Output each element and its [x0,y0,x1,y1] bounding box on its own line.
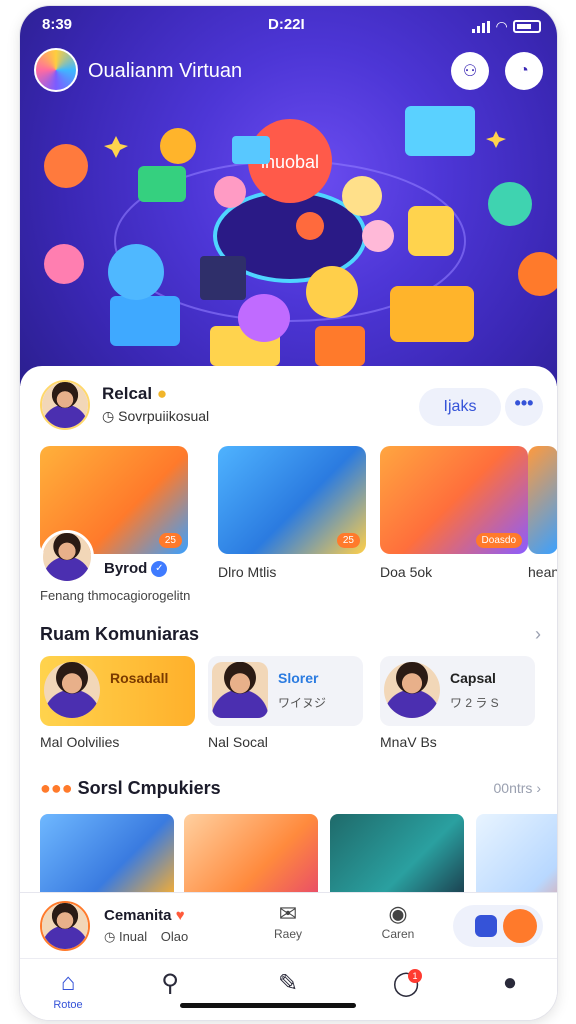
story-thumbnail: 25 [218,446,366,554]
social-row [40,814,557,904]
stories-row: 25 Byrod✓ 25 Dlro Mtlis Doasdo Doa 5ok [40,446,557,606]
profile-sub: ◷ Sovrpuiikosual [102,408,210,424]
coin-icon: ● [156,384,168,403]
community-card[interactable]: Slorer ワイヌジ [208,656,363,726]
player-sub: ◷ Inual Olao [104,929,189,944]
mini-player[interactable]: Cemanita ♥ ◷ Inual Olao ✉ Raey ◉ Caren [20,892,557,958]
social-card[interactable] [40,814,174,900]
story-label: Doa 5ok [380,564,433,580]
status-time: 8:39 [42,16,73,33]
community-card-text: Slorer [278,670,319,686]
chevron-right-icon[interactable]: › [535,624,541,645]
social-more-link[interactable]: 00ntrs › [494,780,541,796]
social-card[interactable] [184,814,318,900]
nav-profile[interactable]: ● [480,969,540,999]
profile-name: Relcal ● [102,384,168,403]
user-icon: ● [502,969,518,996]
community-card-text: Capsal [450,670,496,686]
story-label: Byrod ✓ [104,560,168,578]
home-icon: ⌂ [60,969,76,996]
heart-icon: ♥ [175,907,185,924]
community-label: MnaV Bs [380,734,437,750]
nav-home[interactable]: ⌂ Rotoe [38,969,98,1011]
phone-frame: 8:39 D:22I ◠ Oualianm Virtuan ⚇ ◔ inuoba… [20,6,557,1020]
profile-ring-icon: ◔ [519,62,529,79]
status-bar: 8:39 D:22I ◠ [20,14,557,36]
home-indicator [180,1003,356,1008]
community-avatar [44,662,100,718]
social-card[interactable] [476,814,557,900]
more-button[interactable]: ••• [505,388,543,426]
community-card-text: Rosadall [110,670,169,686]
community-row: Rosadall Mal Oolvilies Slorer ワイヌジ Nal S… [40,656,557,756]
wifi-icon: ◠ [496,18,507,34]
story-tag: Doasdo [475,533,522,548]
chat-bubble-icon: ◯ [392,970,420,997]
story-thumbnail [528,446,557,554]
edit-icon: ✎ [277,970,299,997]
clock-icon: ◷ [104,929,116,944]
hero-illustration: inuobal [44,106,557,366]
player-toggle[interactable] [453,905,543,947]
notification-badge: 1 [408,969,422,983]
community-card[interactable]: Capsal ワ 2 ラ S [380,656,535,726]
search-icon: ⚲ [161,970,179,997]
community-label: Nal Socal [208,734,268,750]
profile-button[interactable]: ◔ [505,52,543,90]
story-avatar [40,530,94,584]
hero-banner: 8:39 D:22I ◠ Oualianm Virtuan ⚇ ◔ inuoba… [20,6,557,386]
clock-icon: ◷ [102,408,115,424]
story-thumbnail: Doasdo [380,446,528,554]
player-action-2[interactable]: ◉ Caren [370,901,426,941]
status-icons: ◠ [472,18,541,35]
stories-caption: Fenang thmocagiorogelitn [40,588,191,603]
emoji-icons: ●●● [40,778,73,798]
story-label: Dlro Mtlis [218,564,277,580]
verified-icon: ✓ [151,561,168,578]
mascot-icon [503,909,537,943]
profile-avatar[interactable] [40,380,90,430]
app-bar: Oualianm Virtuan ⚇ ◔ [34,48,543,94]
story-tag: 25 [336,533,360,548]
nav-search[interactable]: ⚲ [140,969,200,999]
story-tag: 25 [158,533,182,548]
community-avatar [384,662,440,718]
player-avatar [40,901,90,951]
player-name: Cemanita ♥ [104,907,185,924]
signal-icon [472,20,491,33]
player-action-1[interactable]: ✉ Raey [260,901,316,941]
community-card-sub: ワ 2 ラ S [450,696,499,710]
story-label: hean [528,564,557,580]
envelope-icon: ✉ [278,901,298,926]
profile-header: Relcal ● ◷ Sovrpuiikosual Ijaks ••• [40,380,543,434]
social-card[interactable] [330,814,464,900]
social-title: ●●● Sorsl Cmpukiers [40,778,221,798]
play-icon [475,915,497,937]
users-icon: ⚇ [462,63,478,80]
community-title: Ruam Komuniaras [40,624,200,644]
community-card-sub: ワイヌジ [278,696,327,710]
status-center: D:22I [268,16,305,33]
chat-icon: ◉ [388,901,408,926]
app-logo[interactable] [34,48,78,92]
profile-action-button[interactable]: Ijaks [419,388,501,426]
bottom-nav: ⌂ Rotoe ⚲ ✎ ◯ 1 ● [20,958,557,1020]
nav-create[interactable]: ✎ [258,969,318,999]
app-title: Oualianm Virtuan [88,60,243,82]
battery-icon [513,20,541,33]
community-card[interactable]: Rosadall [40,656,195,726]
community-label: Mal Oolvilies [40,734,120,750]
users-button[interactable]: ⚇ [451,52,489,90]
nav-messages[interactable]: ◯ 1 [376,969,436,999]
community-avatar [212,662,268,718]
